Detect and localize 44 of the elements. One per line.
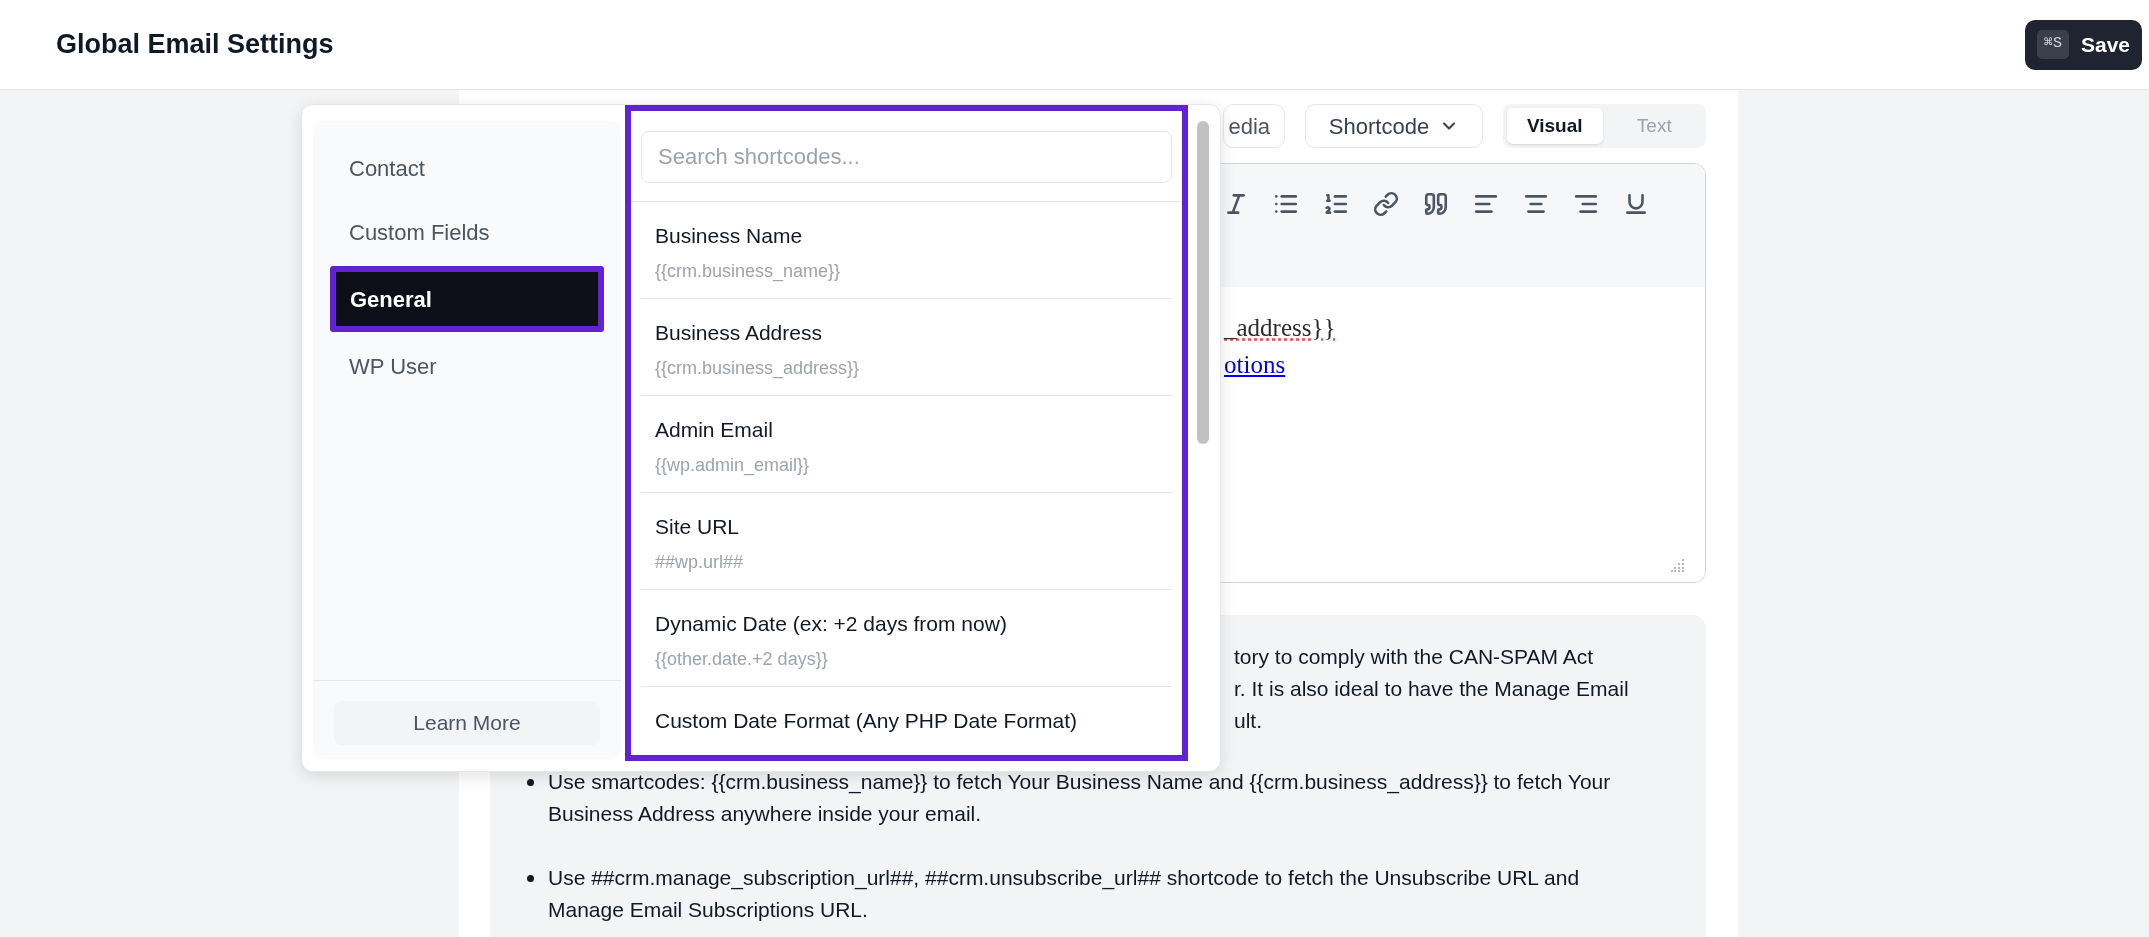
shortcode-item[interactable]: Business Name {{crm.business_name}} xyxy=(641,202,1172,299)
numbered-list-icon[interactable] xyxy=(1323,191,1349,217)
category-item[interactable]: Custom Fields xyxy=(330,200,604,264)
shortcode-item[interactable]: Site URL ##wp.url## xyxy=(641,493,1172,590)
shortcut-key: ⌘S xyxy=(2036,30,2069,59)
scrollbar-thumb[interactable] xyxy=(1197,121,1209,444)
media-button[interactable]: edia xyxy=(1223,104,1285,148)
mode-tab[interactable]: Visual xyxy=(1507,108,1603,144)
shortcode-code: {{crm.business_name}} xyxy=(655,259,841,284)
shortcode-code: {{other.date.+2 days}} xyxy=(655,647,828,671)
shortcode-code: {{wp.admin_email}} xyxy=(655,453,810,478)
learn-more-button[interactable]: Learn More xyxy=(334,701,600,745)
shortcode-title: Admin Email xyxy=(655,417,773,443)
shortcode-code: {{crm.business_address}} xyxy=(655,356,860,381)
shortcode-title: Custom Date Format (Any PHP Date Format) xyxy=(655,708,1078,734)
shortcode-item[interactable]: Custom Date Format (Any PHP Date Format) xyxy=(641,687,1172,755)
shortcode-title: Business Address xyxy=(655,320,822,346)
info-bullet-text: Use ##crm.manage_subscription_url##, ##crm.unsubscribe_url## shortcode to fetch the Unsubscribe URL and Manage Email Subscriptions URL. xyxy=(548,865,1581,923)
editor-text: _address}} xyxy=(1224,314,1336,341)
bullet-icon xyxy=(527,779,534,786)
shortcode-code: ##wp.url## xyxy=(655,550,744,574)
save-button[interactable]: ⌘S Save xyxy=(2024,19,2142,70)
link-icon[interactable] xyxy=(1373,191,1399,217)
category-item[interactable]: General xyxy=(330,266,604,332)
category-item[interactable]: WP User xyxy=(330,334,604,398)
page-title: Global Email Settings xyxy=(56,28,334,62)
info-text: tory to comply with the CAN-SPAM Act xyxy=(1234,644,1594,670)
shortcode-dropdown[interactable]: Shortcode xyxy=(1305,104,1483,148)
shortcode-item[interactable]: Admin Email {{wp.admin_email}} xyxy=(641,396,1172,493)
shortcode-title: Dynamic Date (ex: +2 days from now) xyxy=(655,611,1007,637)
resize-handle-icon[interactable] xyxy=(1671,558,1685,572)
shortcode-item[interactable]: Dynamic Date (ex: +2 days from now) {{other.date.+2 days}} xyxy=(641,590,1172,687)
info-text: ult. xyxy=(1234,708,1262,734)
search-field[interactable]: Search shortcodes... xyxy=(641,131,1172,183)
underline-icon[interactable] xyxy=(1623,191,1649,217)
shortcode-item[interactable]: Business Address {{crm.business_address}} xyxy=(641,299,1172,396)
info-bullet-text: Use smartcodes: {{crm.business_name}} to fetch Your Business Name and {{crm.business_address}} to fetch Your Business Address anywhere inside your email. xyxy=(548,769,1612,827)
quote-icon[interactable] xyxy=(1423,191,1449,217)
bullet-icon xyxy=(527,875,534,882)
info-text: r. It is also ideal to have the Manage Email xyxy=(1234,676,1629,702)
shortcode-title: Business Name xyxy=(655,223,803,249)
shortcode-title: Site URL xyxy=(655,514,740,540)
editor-link[interactable]: otions xyxy=(1224,351,1286,378)
category-item[interactable]: Contact xyxy=(330,136,604,200)
